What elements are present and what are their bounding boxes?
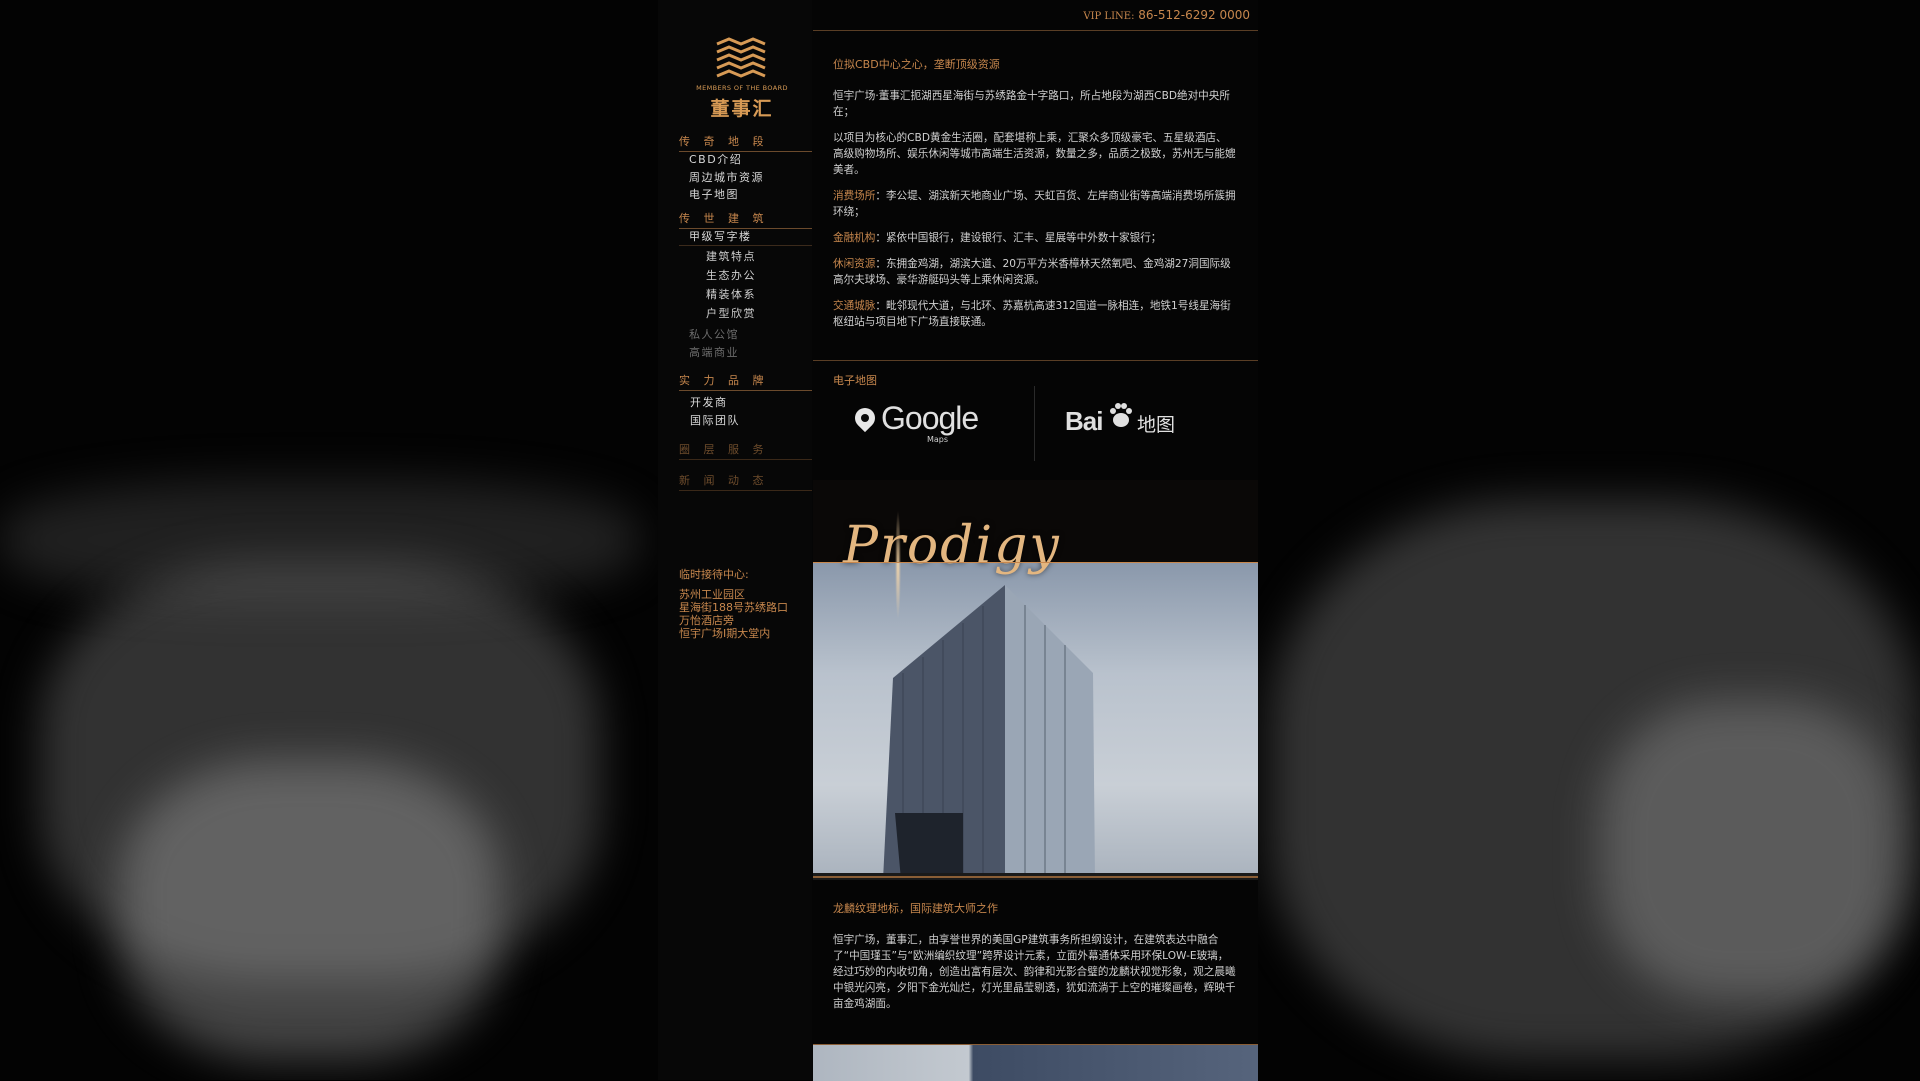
tower-illustration xyxy=(813,585,1258,880)
divider xyxy=(813,876,1258,878)
nav-city-resources[interactable]: 周边城市资源 xyxy=(689,169,764,185)
nav-cbd-intro[interactable]: CBD介绍 xyxy=(689,151,742,167)
vip-line: VIP LINE: 86-512-6292 0000 xyxy=(1083,8,1250,22)
logo-chinese: 董事汇 xyxy=(710,98,774,120)
nav-grade-a-office[interactable]: 甲级写字楼 xyxy=(689,228,752,244)
main-content: VIP LINE: 86-512-6292 0000 位拟CBD中心之心，垄断顶… xyxy=(813,0,1258,1081)
headline-landmark: 龙麟纹理地标，国际建筑大师之作 xyxy=(833,902,998,915)
divider xyxy=(813,562,1258,563)
resource-finance: 金融机构：紧依中国银行，建设银行、汇丰、星展等中外数十家银行； xyxy=(833,230,1237,246)
resource-key: 金融机构 xyxy=(833,232,876,244)
section-architecture[interactable]: 传 世 建 筑 xyxy=(679,210,812,229)
paw-icon xyxy=(1110,403,1132,427)
section-brand-strength[interactable]: 实 力 品 牌 xyxy=(679,372,812,391)
reception-line: 星海街188号苏绣路口 xyxy=(679,601,788,614)
nav-premium-retail[interactable]: 高端商业 xyxy=(689,344,739,360)
resource-key: 交通城脉 xyxy=(833,300,876,312)
resource-text: ：李公堤、湖滨新天地商业广场、天虹百货、左岸商业街等高端消费场所簇拥环绕； xyxy=(833,190,1236,218)
google-maps-link[interactable]: Google Maps xyxy=(850,400,1005,448)
google-logo-text: Google xyxy=(881,400,979,436)
nav-intl-team[interactable]: 国际团队 xyxy=(690,412,740,428)
baidu-logo-text: Bai xyxy=(1065,406,1103,436)
resource-key: 休闲资源 xyxy=(833,258,876,270)
resource-shopping: 消费场所：李公堤、湖滨新天地商业广场、天虹百货、左岸商业街等高端消费场所簇拥环绕… xyxy=(833,188,1237,220)
divider xyxy=(813,30,1258,31)
nav-floor-plans[interactable]: 户型欣赏 xyxy=(706,305,756,321)
paragraph-cbd-life: 以项目为核心的CBD黄金生活圈，配套堪称上乘，汇聚众多顶级豪宅、五星级酒店、高级… xyxy=(833,132,1236,176)
resource-text: ：东拥金鸡湖，湖滨大道、20万平方米香樟林天然氧吧、金鸡湖27洞国际级高尔夫球场… xyxy=(833,258,1231,286)
reception-title: 临时接待中心: xyxy=(679,568,749,581)
logo-mark-icon xyxy=(716,37,766,78)
section-news[interactable]: 新 闻 动 态 xyxy=(679,472,812,491)
headline-cbd: 位拟CBD中心之心，垄断顶级资源 xyxy=(833,58,1000,71)
divider xyxy=(1034,386,1035,461)
resource-transport: 交通城脉：毗邻现代大道，与北环、苏嘉杭高速312国道一脉相连，地铁1号线星海街枢… xyxy=(833,298,1237,330)
page-container: MEMBERS OF THE BOARD 董事汇 传 奇 地 段 CBD介绍 周… xyxy=(658,0,1258,1081)
nav-private-apartment[interactable]: 私人公馆 xyxy=(689,326,739,342)
reception-address: 苏州工业园区 星海街188号苏绣路口 万怡酒店旁 恒宇广场Ⅰ期大堂内 xyxy=(679,588,819,640)
nav-developer[interactable]: 开发商 xyxy=(690,394,728,410)
baidu-map-link[interactable]: Bai 地图 xyxy=(1065,402,1185,442)
baidu-map-cn: 地图 xyxy=(1137,414,1176,436)
vip-label: VIP LINE: xyxy=(1083,11,1135,22)
nav-eco-office[interactable]: 生态办公 xyxy=(706,267,756,283)
resource-text: ：紧依中国银行，建设银行、汇丰、星展等中外数十家银行； xyxy=(875,232,1162,244)
map-section-title: 电子地图 xyxy=(833,374,877,387)
paragraph-architecture: 恒宇广场，董事汇，由享誉世界的美国GP建筑事务所担纲设计，在建筑表达中融合了“中… xyxy=(833,934,1236,1010)
reception-line: 苏州工业园区 xyxy=(679,588,745,601)
building-photo xyxy=(813,1044,1258,1081)
vip-number: 86-512-6292 0000 xyxy=(1138,8,1250,22)
section-legendary-location[interactable]: 传 奇 地 段 xyxy=(679,133,812,152)
reception-line: 恒宇广场Ⅰ期大堂内 xyxy=(679,627,771,640)
reception-line: 万怡酒店旁 xyxy=(679,614,734,627)
nav-e-map[interactable]: 电子地图 xyxy=(689,186,739,202)
prodigy-title: Prodigy xyxy=(843,516,1061,576)
logo-english: MEMBERS OF THE BOARD xyxy=(696,84,788,92)
resource-text: ：毗邻现代大道，与北环、苏嘉杭高速312国道一脉相连，地铁1号线星海街枢纽站与项… xyxy=(833,300,1231,328)
resource-key: 消费场所 xyxy=(833,190,876,202)
map-pin-icon xyxy=(850,403,880,433)
paragraph-location: 恒宇广场·董事汇扼湖西星海街与苏绣路金十字路口，所占地段为湖西CBD绝对中央所在… xyxy=(833,90,1230,118)
nav-fitout-system[interactable]: 精装体系 xyxy=(706,286,756,302)
prodigy-banner: Prodigy xyxy=(813,480,1258,880)
divider xyxy=(679,245,812,246)
section-circle-service[interactable]: 圈 层 服 务 xyxy=(679,441,812,460)
divider xyxy=(813,360,1258,361)
brand-logo[interactable]: MEMBERS OF THE BOARD 董事汇 xyxy=(679,36,805,120)
resource-leisure: 休闲资源：东拥金鸡湖，湖滨大道、20万平方米香樟林天然氧吧、金鸡湖27洞国际级高… xyxy=(833,256,1237,288)
sidebar: MEMBERS OF THE BOARD 董事汇 传 奇 地 段 CBD介绍 周… xyxy=(658,0,812,1080)
google-maps-sub: Maps xyxy=(927,435,949,444)
nav-arch-features[interactable]: 建筑特点 xyxy=(706,248,756,264)
